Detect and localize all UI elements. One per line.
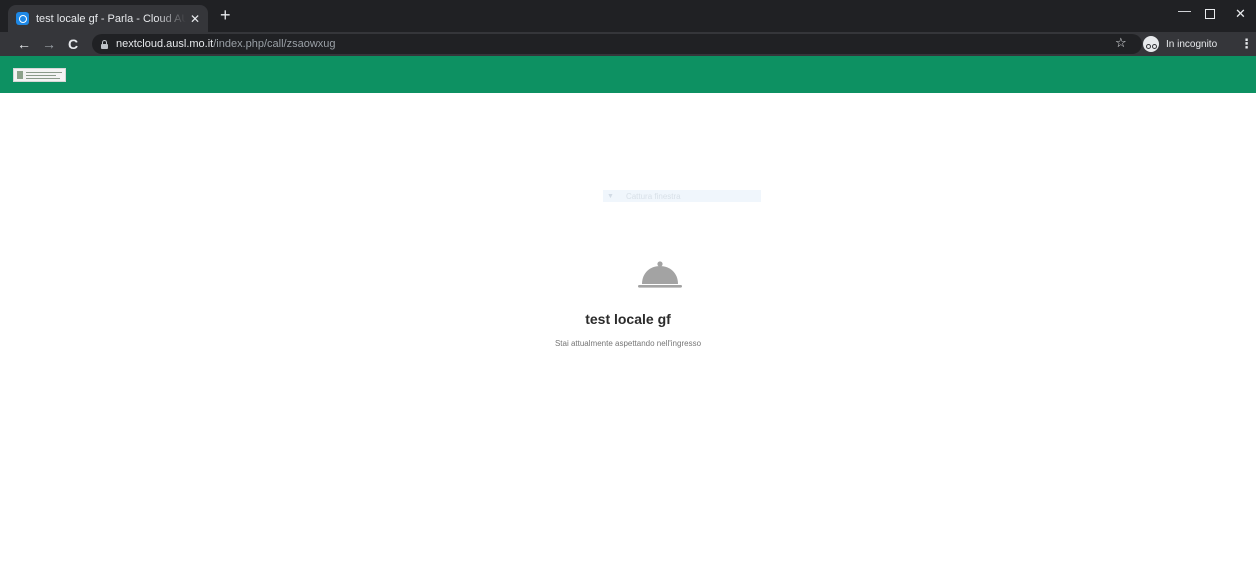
window-maximize-icon[interactable] — [1205, 6, 1215, 19]
url-host: nextcloud.ausl.mo.it — [116, 38, 214, 50]
browser-tab[interactable]: test locale gf - Parla - Cloud AUSL ✕ — [8, 5, 208, 32]
reload-icon[interactable]: C — [68, 36, 78, 52]
browser-tabstrip: test locale gf - Parla - Cloud AUSL ✕ + … — [0, 0, 1256, 32]
lobby-conversation-title: test locale gf — [585, 311, 671, 327]
window-close-icon[interactable]: ✕ — [1235, 6, 1246, 22]
incognito-label: In incognito — [1166, 38, 1218, 50]
ausl-logo[interactable] — [13, 68, 66, 82]
incognito-indicator[interactable]: In incognito — [1143, 35, 1217, 53]
nextcloud-header — [0, 56, 1256, 93]
more-menu-icon[interactable]: ⋮ — [1240, 36, 1253, 52]
window-capture-label: Cattura finestra — [625, 191, 681, 201]
address-bar[interactable]: nextcloud.ausl.mo.it/index.php/call/zsao… — [92, 34, 1142, 54]
window-capture-overlay: ▼ Cattura finestra — [603, 190, 761, 202]
tab-title: test locale gf - Parla - Cloud AUSL — [36, 12, 186, 25]
window-minimize-icon[interactable]: — — [1178, 3, 1191, 18]
tab-close-icon[interactable]: ✕ — [190, 12, 200, 26]
back-arrow-icon[interactable]: ← — [17, 36, 31, 52]
browser-toolbar: ← → C nextcloud.ausl.mo.it/index.php/cal… — [0, 32, 1256, 56]
lobby-waiting-message: Stai attualmente aspettando nell'ingress… — [554, 339, 702, 348]
star-icon[interactable]: ☆ — [1115, 35, 1127, 51]
chevron-down-icon: ▼ — [607, 192, 614, 200]
cloche-icon — [638, 261, 682, 288]
url-path: /index.php/call/zsaowxug — [213, 38, 336, 50]
logo-text-lines — [26, 71, 62, 79]
forward-arrow-icon[interactable]: → — [42, 36, 56, 52]
logo-crest-icon — [17, 71, 23, 79]
lock-icon[interactable] — [101, 39, 108, 49]
incognito-icon — [1143, 36, 1159, 52]
nextcloud-talk-favicon-icon — [16, 12, 29, 25]
new-tab-plus-icon[interactable]: + — [220, 6, 231, 24]
address-url[interactable]: nextcloud.ausl.mo.it/index.php/call/zsao… — [116, 38, 336, 50]
